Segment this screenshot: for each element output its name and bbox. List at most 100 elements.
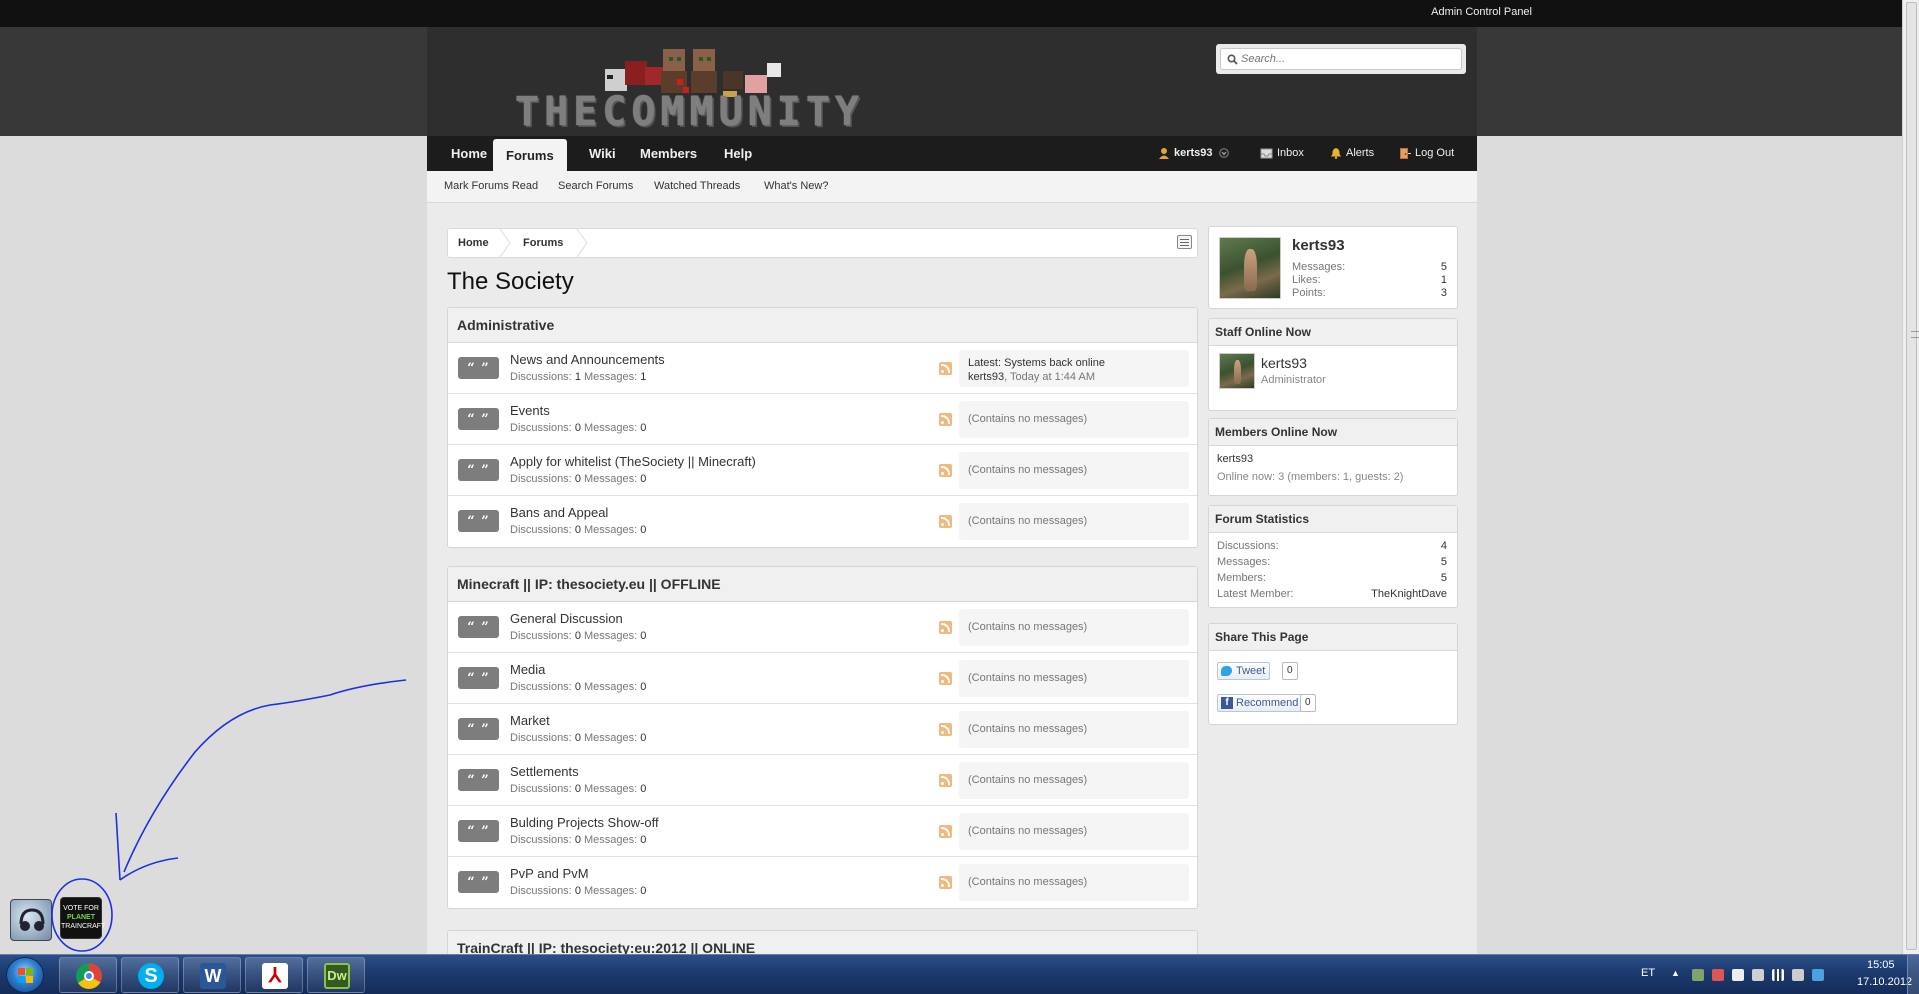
forum-stats: Discussions: 0 Messages: 0 [510, 885, 647, 897]
profile-likes-label: Likes: [1292, 274, 1321, 286]
tab-help[interactable]: Help [711, 136, 765, 171]
forum-node: “ ” Events Discussions: 0 Messages: 0 (C… [448, 394, 1197, 445]
forum-title[interactable]: Bans and Appeal [510, 505, 608, 520]
clock-time[interactable]: 15:05 [1867, 959, 1895, 971]
forum-quote-icon: “ ” [458, 408, 499, 430]
rss-icon[interactable] [939, 621, 952, 634]
staff-online-title: Staff Online Now [1209, 319, 1457, 346]
volume-icon[interactable] [1792, 969, 1804, 981]
stat-label: Discussions: [1217, 540, 1279, 552]
search-forums-link[interactable]: Search Forums [558, 180, 633, 192]
breadcrumb-home[interactable]: Home [458, 229, 489, 257]
skype-icon: S [138, 963, 164, 989]
forum-quote-icon: “ ” [458, 357, 499, 379]
category-title[interactable]: TrainCraft || IP: thesociety:eu:2012 || … [448, 931, 1197, 954]
category-title[interactable]: Administrative [448, 308, 1197, 343]
start-button[interactable] [6, 957, 44, 993]
tab-forums[interactable]: Forums [493, 139, 567, 171]
tray-app-icon[interactable] [1712, 969, 1724, 981]
avatar[interactable] [1219, 237, 1281, 299]
logout-link[interactable]: Log Out [1399, 136, 1454, 171]
forum-quote-icon: “ ” [458, 820, 499, 842]
inbox-label: Inbox [1277, 147, 1304, 159]
category-title[interactable]: Minecraft || IP: thesociety.eu || OFFLIN… [448, 567, 1197, 602]
latest-user-link[interactable]: kerts93 [968, 371, 1004, 383]
tray-app-icon[interactable] [1692, 969, 1704, 981]
mark-forums-read-link[interactable]: Mark Forums Read [444, 180, 538, 192]
latest-thread-link[interactable]: Systems back online [1004, 357, 1105, 369]
forum-title[interactable]: News and Announcements [510, 352, 665, 367]
show-desktop-button[interactable] [1907, 955, 1919, 994]
chrome-icon [76, 963, 102, 989]
tray-action-center-icon[interactable] [1752, 969, 1764, 981]
rss-icon[interactable] [939, 464, 952, 477]
vote-planet-traincraft-icon[interactable]: VOTE FOR PLANET TRAINCRAFT [60, 897, 105, 939]
forum-title[interactable]: Bulding Projects Show-off [510, 815, 659, 830]
tweet-count: 0 [1282, 662, 1298, 680]
forum-quote-icon: “ ” [458, 667, 499, 689]
taskbar-chrome[interactable] [59, 957, 117, 993]
forum-title[interactable]: Market [510, 713, 550, 728]
tweet-button[interactable]: Tweet [1217, 662, 1271, 680]
recommend-button[interactable]: f Recommend [1217, 694, 1304, 712]
watched-threads-link[interactable]: Watched Threads [654, 180, 740, 192]
latest-post: (Contains no messages) [959, 452, 1189, 489]
vertical-scrollbar[interactable] [1902, 0, 1919, 954]
forum-title[interactable]: Settlements [510, 764, 579, 779]
rss-icon[interactable] [939, 825, 952, 838]
forum-node: “ ” PvP and PvM Discussions: 0 Messages:… [448, 857, 1197, 908]
rss-icon[interactable] [939, 876, 952, 889]
latest-member-link[interactable]: TheKnightDave [1371, 588, 1447, 600]
whats-new-link[interactable]: What's New? [764, 180, 828, 192]
tab-home[interactable]: Home [438, 136, 500, 171]
forum-title[interactable]: Events [510, 403, 550, 418]
tray-chevron-up-icon[interactable]: ▲ [1671, 968, 1680, 978]
forum-title[interactable]: Media [510, 662, 545, 677]
search-input[interactable] [1241, 50, 1441, 68]
latest-post: (Contains no messages) [959, 609, 1189, 646]
input-language[interactable]: ET [1641, 967, 1655, 979]
forum-title[interactable]: PvP and PvM [510, 866, 589, 881]
forum-title[interactable]: General Discussion [510, 611, 623, 626]
rss-icon[interactable] [939, 774, 952, 787]
staff-username[interactable]: kerts93 [1261, 355, 1307, 371]
online-member-link[interactable]: kerts93 [1217, 453, 1253, 465]
staff-online-panel: Staff Online Now kerts93 Administrator [1208, 318, 1458, 411]
alerts-link[interactable]: Alerts [1330, 136, 1374, 171]
forum-title[interactable]: Apply for whitelist (TheSociety || Minec… [510, 454, 756, 469]
taskbar-word[interactable]: W [183, 957, 241, 993]
rss-icon[interactable] [939, 362, 952, 375]
dropbox-icon[interactable] [1812, 969, 1824, 981]
tab-members[interactable]: Members [627, 136, 710, 171]
clock-date[interactable]: 17.10.2012 [1857, 976, 1912, 988]
recommend-count: 0 [1300, 694, 1316, 712]
avatar[interactable] [1219, 353, 1255, 389]
user-menu[interactable]: kerts93 [1158, 136, 1233, 171]
profile-username[interactable]: kerts93 [1292, 237, 1345, 254]
latest-post: (Contains no messages) [959, 864, 1189, 901]
teamspeak-icon[interactable] [10, 899, 52, 941]
staff-role: Administrator [1261, 374, 1326, 386]
taskbar-acrobat[interactable]: ⅄ [245, 957, 303, 993]
forum-node: “ ” Apply for whitelist (TheSociety || M… [448, 445, 1197, 496]
tab-wiki[interactable]: Wiki [576, 136, 629, 171]
share-page-panel: Share This Page Tweet 0 f Recommend 0 [1208, 623, 1458, 725]
search-icon [1227, 54, 1238, 65]
rss-icon[interactable] [939, 515, 952, 528]
forum-node: “ ” Media Discussions: 0 Messages: 0 (Co… [448, 653, 1197, 704]
twitter-icon [1221, 666, 1232, 676]
jump-menu-icon[interactable] [1177, 235, 1192, 249]
rss-icon[interactable] [939, 672, 952, 685]
profile-likes-value: 1 [1440, 274, 1447, 286]
taskbar-dreamweaver[interactable]: Dw [307, 957, 365, 993]
site-logo[interactable]: THECOMMUNITY [515, 37, 871, 137]
taskbar-skype[interactable]: S [121, 957, 179, 993]
tray-app-icon[interactable] [1732, 969, 1744, 981]
admin-bar: Admin Control Panel [0, 0, 1919, 27]
network-icon[interactable] [1772, 969, 1784, 981]
rss-icon[interactable] [939, 723, 952, 736]
admin-control-panel-link[interactable]: Admin Control Panel [1431, 6, 1532, 18]
rss-icon[interactable] [939, 413, 952, 426]
inbox-link[interactable]: Inbox [1260, 136, 1304, 171]
breadcrumb-forums[interactable]: Forums [523, 229, 563, 257]
